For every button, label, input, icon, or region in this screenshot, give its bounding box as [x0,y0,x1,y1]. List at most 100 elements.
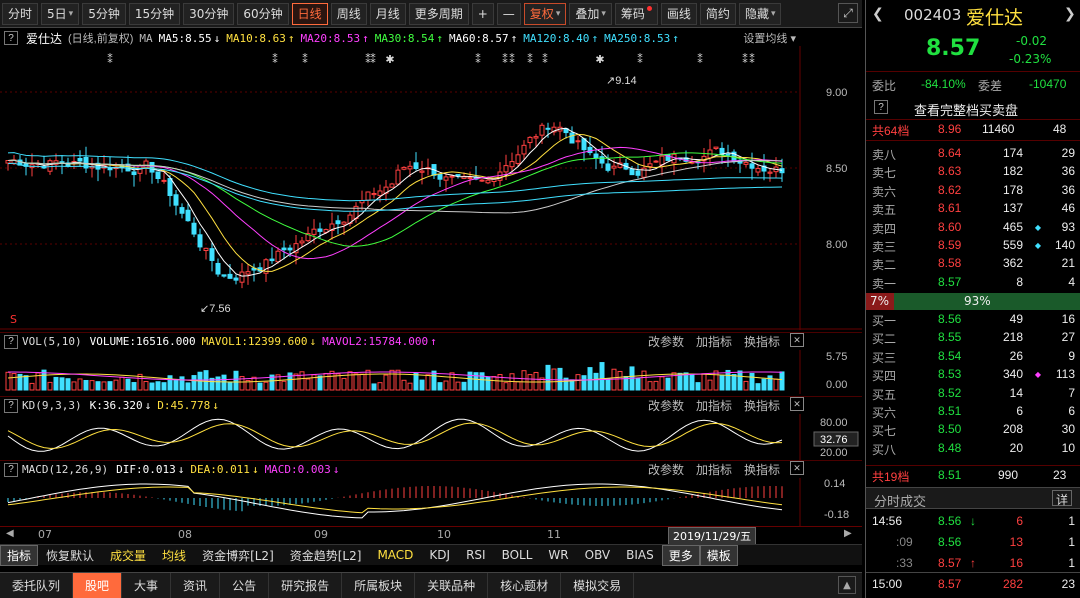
indicator-tab-12[interactable]: BIAS [618,548,662,562]
expand-icon[interactable]: ⤢ [838,3,858,23]
buys-row[interactable]: 买六 8.51 6 6 [866,403,1080,421]
panel-button-2[interactable]: 换指标 [744,461,780,478]
buys-price: 8.50 [938,422,962,437]
buys-row[interactable]: 买七 8.50 208 30 [866,421,1080,439]
buys-row[interactable]: 买一 8.56 49 16 [866,311,1080,329]
bottom-tab-2[interactable]: 大事 [122,573,172,598]
toolbar-item-8[interactable]: 月线 [369,2,406,25]
volume-bar [173,378,179,391]
forward-icon[interactable]: ❯ [1064,6,1076,22]
panel-button-0[interactable]: 改参数 [648,461,684,478]
bottom-tab-0[interactable]: 委托队列 [0,573,74,598]
full-book-button[interactable]: 查看完整档买卖盘 [914,100,1018,119]
buys-row[interactable]: 买八 8.48 20 10 [866,440,1080,458]
toolbar-item-1[interactable]: 5日 ▾ [41,2,80,25]
indicator-tab-7[interactable]: KDJ [421,548,458,562]
indicator-tab-6[interactable]: MACD [369,548,421,562]
indicator-tab-9[interactable]: BOLL [494,548,541,562]
indicator-tab-1[interactable]: 恢复默认 [38,547,102,564]
indicator-tab-14[interactable]: 模板 [699,544,738,566]
kd-chart[interactable]: 80.00 32.7620.00 [0,414,862,460]
bottom-tab-3[interactable]: 资讯 [171,573,221,598]
sells-row[interactable]: 卖三 8.59 559 140 ◆ [866,237,1080,255]
toolbar-item-11[interactable]: — [496,2,521,25]
panel-button-1[interactable]: 加指标 [696,333,732,350]
ma-settings-button[interactable]: 设置均线 ▾ [743,30,796,46]
toolbar-item-16[interactable]: 简约 [699,2,736,25]
buys-row[interactable]: 买四 8.53 340 113 ◆ [866,366,1080,384]
toolbar-item-15[interactable]: 画线 [660,2,697,25]
panel-button-1[interactable]: 加指标 [696,397,732,414]
event-star-icon: ✱ [385,53,394,66]
toolbar-item-9[interactable]: 更多周期 [408,2,469,25]
volume-chart[interactable]: 5.75 0.00 [0,350,862,394]
panel-close-icon[interactable]: ✕ [790,333,805,347]
panel-button-2[interactable]: 换指标 [744,397,780,414]
back-icon[interactable]: ❮ [872,6,888,22]
panel-button-1[interactable]: 加指标 [696,461,732,478]
volume-bar [77,378,83,391]
kd-help-icon[interactable]: ? [4,398,18,413]
indicator-tab-4[interactable]: 资金博弈[L2] [194,547,282,564]
sells-row[interactable]: 卖一 8.57 8 4 [866,274,1080,292]
toolbar-item-6[interactable]: 日线 [291,2,328,25]
bottom-tab-4[interactable]: 公告 [220,573,270,598]
y-tick-label: 80.00 [820,417,848,429]
bottom-tab-9[interactable]: 模拟交易 [561,573,635,598]
full-book-row[interactable]: ? 查看完整档买卖盘 [866,99,1080,119]
toolbar-item-4[interactable]: 30分钟 [183,2,235,25]
volume-bar [737,370,743,391]
indicator-tab-5[interactable]: 资金趋势[L2] [282,547,370,564]
sells-row[interactable]: 卖六 8.62 178 36 [866,182,1080,200]
toolbar-item-17[interactable]: 隐藏 ▾ [738,2,782,25]
toolbar-item-0[interactable]: 分时 [2,2,39,25]
bottom-tab-1[interactable]: 股吧 [73,573,123,598]
panel-close-icon[interactable]: ✕ [790,397,805,411]
macd-help-icon[interactable]: ? [4,462,18,477]
sell-total-row: 共64档 8.96 11460 48 [866,121,1080,139]
bottom-tab-6[interactable]: 所属板块 [342,573,416,598]
indicator-tab-13[interactable]: 更多 [661,544,700,566]
scroll-left-icon[interactable]: ◀ [6,528,14,539]
panel-button-2[interactable]: 换指标 [744,333,780,350]
panel-button-0[interactable]: 改参数 [648,333,684,350]
macd-chart[interactable]: 0.14 -0.18 [0,478,862,526]
indicator-tab-2[interactable]: 成交量 [102,547,154,564]
indicator-tab-11[interactable]: OBV [577,548,619,562]
bottom-collapse-icon[interactable]: ▲ [838,576,856,594]
sells-vol: 174 [1002,146,1023,160]
buys-row[interactable]: 买二 8.55 218 27 [866,329,1080,347]
bottom-tab-5[interactable]: 研究报告 [269,573,343,598]
buys-row[interactable]: 买三 8.54 26 9 [866,348,1080,366]
bottom-tab-8[interactable]: 核心题材 [488,573,562,598]
sells-row[interactable]: 卖七 8.63 182 36 [866,163,1080,181]
indicator-tab-10[interactable]: WR [540,548,576,562]
scroll-right-icon[interactable]: ▶ [844,528,852,539]
ticks-detail-button[interactable]: 详 [1052,490,1072,507]
buys-label: 买六 [872,406,897,420]
sells-row[interactable]: 卖八 8.64 174 29 [866,145,1080,163]
toolbar-item-7[interactable]: 周线 [330,2,367,25]
help-icon[interactable]: ? [4,31,18,45]
toolbar-item-13[interactable]: 叠加 ▾ [569,2,612,25]
bottom-tab-7[interactable]: 关联品种 [415,573,489,598]
sells-price: 8.63 [938,164,962,179]
buys-row[interactable]: 买五 8.52 14 7 [866,385,1080,403]
toolbar-item-14[interactable]: 筹码 [614,2,658,25]
toolbar-item-3[interactable]: 15分钟 [128,2,181,25]
vol-help-icon[interactable]: ? [4,334,18,349]
indicator-tab-0[interactable]: 指标 [0,544,39,566]
book-help-icon[interactable]: ? [874,100,888,114]
indicator-tab-3[interactable]: 均线 [154,547,194,564]
candlestick-chart[interactable]: 9.008.508.00⁑ ⁑ ⁑ ⁑ ⁑ ✱ ⁑ ⁑ ⁑ ⁑ ⁑ ✱ ⁑ ⁑ ⁑ ⁑↗9.14↙7.56 [0,46,862,330]
toolbar-item-2[interactable]: 5分钟 [82,2,126,25]
toolbar-item-12[interactable]: 复权 ▾ [523,2,567,25]
toolbar-item-5[interactable]: 60分钟 [237,2,289,25]
panel-close-icon[interactable]: ✕ [790,461,805,475]
toolbar-item-10[interactable]: + [471,2,494,25]
indicator-tab-8[interactable]: RSI [458,548,494,562]
panel-button-0[interactable]: 改参数 [648,397,684,414]
sells-row[interactable]: 卖五 8.61 137 46 [866,200,1080,218]
sells-row[interactable]: 卖二 8.58 362 21 [866,255,1080,273]
sells-row[interactable]: 卖四 8.60 465 93 ◆ [866,219,1080,237]
